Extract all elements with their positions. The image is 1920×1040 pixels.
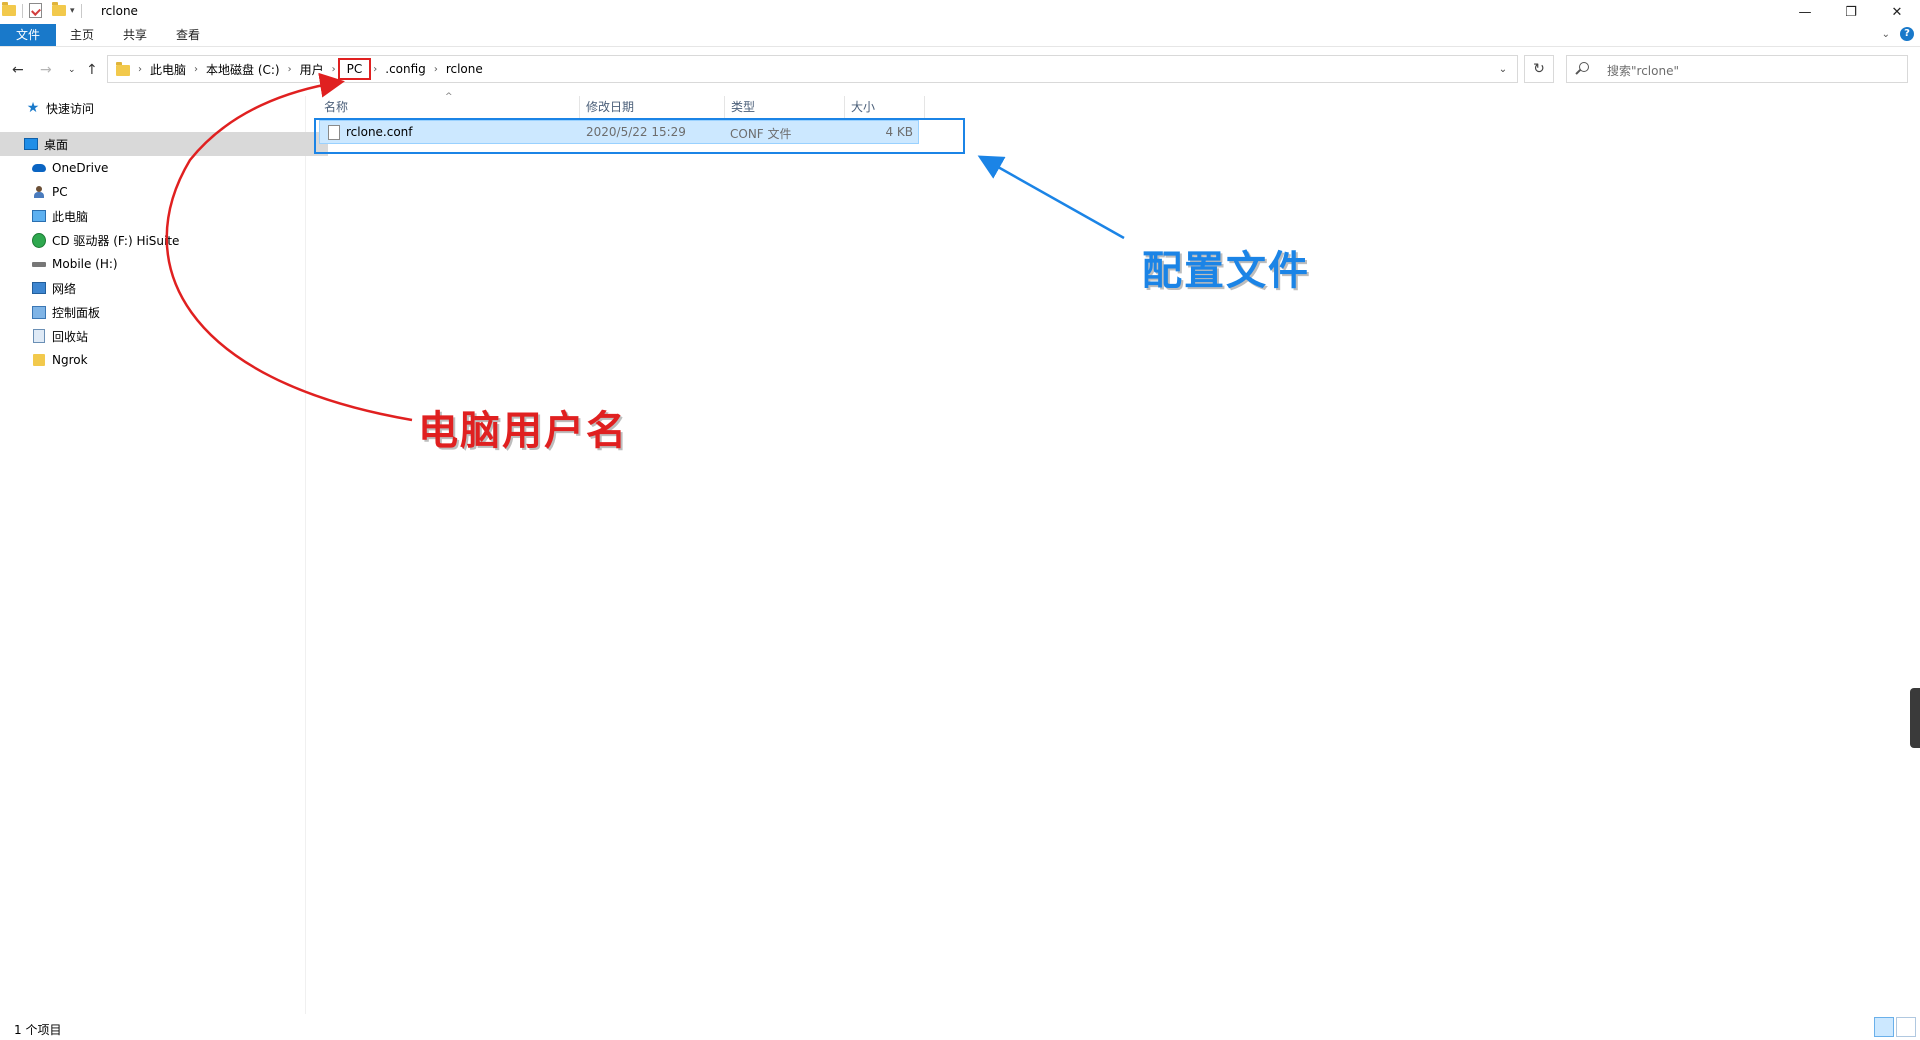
details-view-icon[interactable] [1874,1017,1894,1037]
side-panel-handle[interactable] [1910,688,1920,748]
annotation-arrows [165,72,1125,422]
annotation-username-label: 电脑用户名 [418,408,628,454]
status-bar: 1 个项目 [0,1014,1920,1040]
red-annotation-arrow [165,72,413,422]
item-count: 1 个项目 [14,1023,62,1037]
view-switcher [1874,1017,1916,1037]
blue-annotation-arrow [977,155,1125,240]
annotation-config-file-label: 配置文件 [1142,248,1310,294]
large-icons-view-icon[interactable] [1896,1017,1916,1037]
